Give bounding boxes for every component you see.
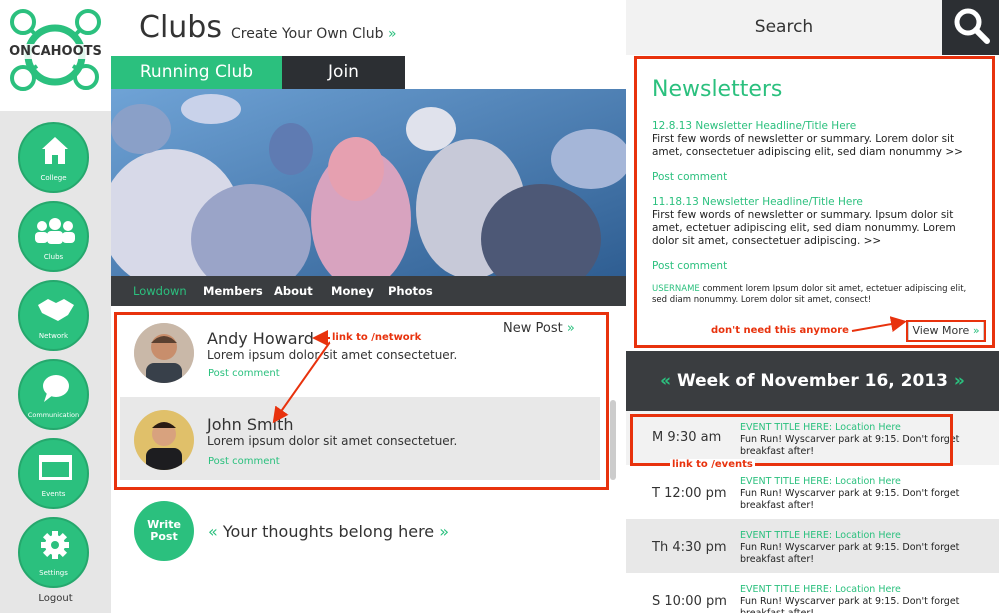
annotation-arrows [272,316,907,424]
annotation-dont-need: don't need this anymore [709,325,851,336]
annotation-network: link to /network [330,332,424,343]
annotation-events: link to /events [670,459,755,470]
